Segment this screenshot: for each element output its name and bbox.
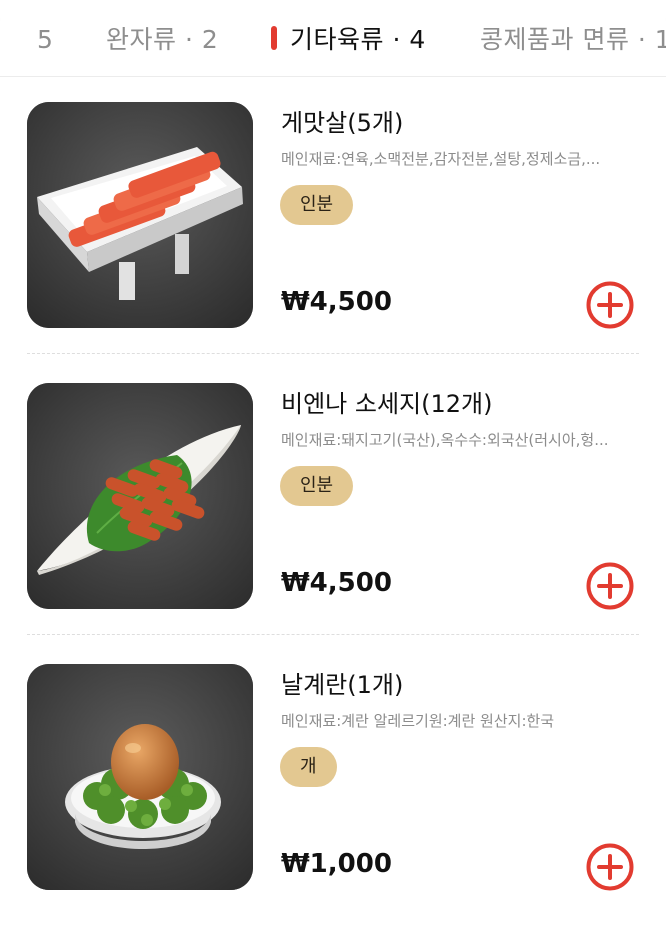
active-tab-indicator — [271, 26, 277, 50]
divider — [27, 634, 639, 635]
add-button[interactable] — [585, 842, 635, 892]
item-description: 메인재료:연육,소맥전분,감자전분,설탕,정제소금,... — [281, 150, 601, 168]
category-tabs: 5 완자류 · 2 기타육류 · 4 콩제품과 면류 · 1 — [0, 0, 666, 76]
item-price: ₩4,500 — [281, 287, 392, 317]
item-price: ₩1,000 — [281, 849, 392, 879]
menu-item[interactable]: 날계란(1개) 메인재료:계란 알레르기원:계란 원산지:한국 개 ₩1,000 — [0, 664, 666, 946]
unit-badge: 인분 — [280, 466, 354, 506]
item-name: 게맛살(5개) — [281, 109, 404, 137]
plus-circle-icon — [586, 843, 634, 891]
menu-item[interactable]: 비엔나 소세지(12개) 메인재료:돼지고기(국산),옥수수:외국산(러시아,헝… — [0, 383, 666, 665]
unit-badge: 개 — [280, 747, 337, 787]
tab-meatballs[interactable]: 완자류 · 2 — [106, 22, 218, 58]
unit-badge: 인분 — [280, 185, 354, 225]
tab-other-meats[interactable]: 기타육류 · 4 — [290, 22, 426, 58]
plus-circle-icon — [586, 562, 634, 610]
add-button[interactable] — [585, 280, 635, 330]
item-image — [27, 664, 253, 890]
tab-prev-category[interactable]: 5 — [37, 22, 53, 58]
item-name: 날계란(1개) — [281, 671, 404, 699]
tab-soy-and-noodles[interactable]: 콩제품과 면류 · 1 — [480, 22, 666, 58]
divider — [27, 353, 639, 354]
item-price: ₩4,500 — [281, 568, 392, 598]
item-description: 메인재료:계란 알레르기원:계란 원산지:한국 — [281, 712, 555, 730]
item-image — [27, 383, 253, 609]
item-description: 메인재료:돼지고기(국산),옥수수:외국산(러시아,헝... — [281, 431, 609, 449]
add-button[interactable] — [585, 561, 635, 611]
item-image — [27, 102, 253, 328]
item-name: 비엔나 소세지(12개) — [281, 390, 493, 418]
plus-circle-icon — [586, 281, 634, 329]
menu-item[interactable]: 게맛살(5개) 메인재료:연육,소맥전분,감자전분,설탕,정제소금,... 인분… — [0, 102, 666, 384]
